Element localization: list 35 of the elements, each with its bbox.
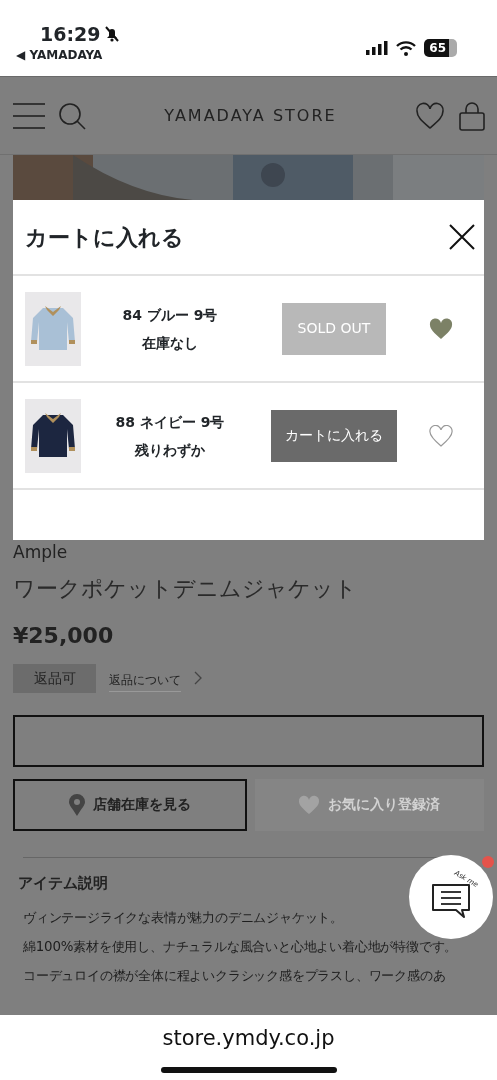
variant-name: 84 ブルー 9号	[121, 305, 219, 325]
return-badge: 返品可	[13, 663, 96, 693]
wifi-icon	[396, 40, 417, 56]
return-info-link[interactable]: 返品について	[109, 670, 181, 692]
status-time: 16:29	[40, 22, 101, 47]
store-logo[interactable]: YAMADAYA STORE	[86, 103, 415, 128]
url-text[interactable]: store.ymdy.co.jp	[162, 1023, 335, 1055]
description-text: 綿100%素材を使用し、ナチュラルな風合いと心地よい着心地が特徴です。	[23, 937, 459, 956]
battery-indicator: 65	[424, 39, 449, 57]
heart-icon[interactable]	[428, 424, 453, 447]
dialog-title: カートに入れる	[25, 223, 184, 252]
add-to-cart-button[interactable]: カートに入れる	[271, 409, 397, 462]
brand-name: Ample	[13, 541, 69, 564]
stock-status: 残りわずか	[133, 440, 206, 460]
description-text: コーデュロイの襟が全体に程よいクラシック感をプラスし、ワーク感のあ	[23, 966, 447, 985]
bag-icon[interactable]	[459, 100, 485, 131]
search-icon[interactable]	[58, 101, 86, 130]
battery-tail	[449, 39, 457, 57]
product-name: ワークポケットデニムジャケット	[13, 574, 358, 603]
chevron-icon	[193, 670, 203, 686]
variant-name: 88 ネイビー 9号	[114, 412, 226, 432]
section-title: アイテム説明	[18, 872, 108, 894]
heart-icon	[298, 794, 321, 815]
signal-icon	[366, 41, 389, 55]
muted-bell-icon	[104, 25, 121, 44]
empty-field[interactable]	[13, 714, 484, 767]
stock-status: 在庫なし	[141, 333, 199, 353]
pin-icon	[68, 793, 85, 816]
product-price: ¥25,000	[13, 621, 115, 650]
description-text: ヴィンテージライクな表情が魅力のデニムジャケット。	[23, 909, 344, 927]
store-stock-button[interactable]: 店舗在庫を見る	[13, 778, 247, 831]
menu-icon[interactable]	[12, 100, 46, 131]
heart-icon[interactable]	[415, 101, 445, 130]
close-icon[interactable]	[448, 223, 476, 251]
back-link[interactable]: ◀ YAMADAYA	[16, 48, 121, 61]
